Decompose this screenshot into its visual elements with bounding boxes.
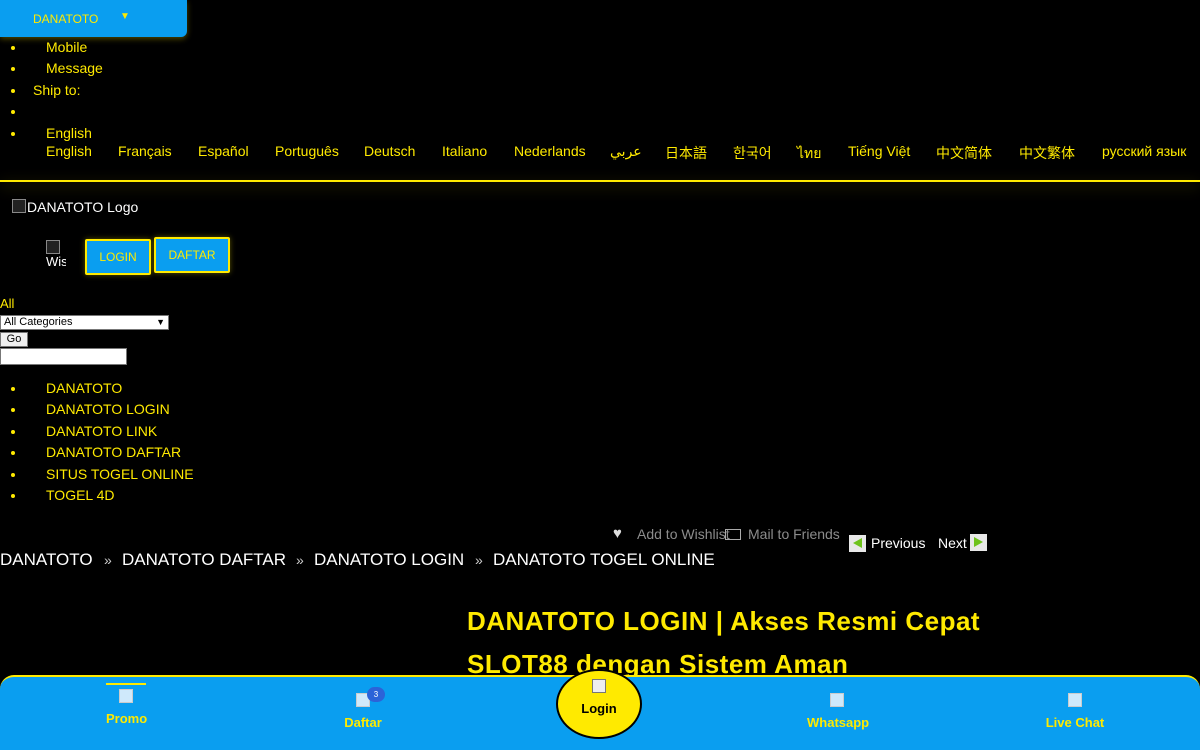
add-to-wishlist-link[interactable]: Add to Wishlist: [637, 526, 730, 542]
mail-icon[interactable]: [725, 529, 741, 540]
dropdown-label: DANATOTO: [33, 12, 99, 26]
lang-arabic[interactable]: عربي: [610, 143, 642, 160]
category-item[interactable]: DANATOTO DAFTAR: [26, 442, 326, 463]
breadcrumb-separator: »: [296, 552, 304, 568]
chat-icon: [1068, 693, 1082, 707]
lang-french[interactable]: Français: [118, 143, 172, 159]
breadcrumb-item[interactable]: DANATOTO: [0, 550, 93, 570]
lang-english[interactable]: English: [46, 143, 92, 159]
lang-vietnamese[interactable]: Tiếng Việt: [848, 143, 910, 159]
previous-link[interactable]: Previous: [849, 534, 925, 552]
nav-login-button[interactable]: Login: [556, 669, 642, 739]
heart-icon[interactable]: ♥: [613, 525, 622, 542]
search-input[interactable]: [0, 348, 127, 365]
lang-chinese-traditional[interactable]: 中文繁体: [1019, 143, 1075, 163]
nav-promo[interactable]: Promo: [106, 677, 147, 726]
login-button[interactable]: LOGIN: [85, 239, 151, 275]
wishlist-image[interactable]: Wis: [46, 240, 66, 270]
top-link-mobile[interactable]: Mobile: [26, 37, 326, 58]
promo-icon: [119, 689, 133, 703]
chevron-down-icon: ▼: [156, 317, 165, 327]
nav-live-chat[interactable]: Live Chat: [1045, 693, 1105, 730]
top-link-language[interactable]: English: [26, 123, 326, 144]
chevron-down-icon: ▼: [120, 11, 130, 22]
broken-image-icon: [12, 199, 26, 213]
lang-russian[interactable]: русский язык: [1102, 143, 1186, 159]
search-category-label: All: [0, 296, 15, 311]
category-item[interactable]: TOGEL 4D: [26, 485, 326, 506]
nav-whatsapp[interactable]: Whatsapp: [807, 693, 869, 730]
go-button[interactable]: Go: [0, 332, 28, 347]
mail-to-friends-link[interactable]: Mail to Friends: [748, 526, 840, 542]
breadcrumb-item[interactable]: DANATOTO TOGEL ONLINE: [493, 550, 715, 570]
arrow-left-icon: [849, 534, 866, 552]
arrow-right-icon: [970, 534, 987, 551]
breadcrumb-item[interactable]: DANATOTO DAFTAR: [122, 550, 286, 570]
lang-dutch[interactable]: Nederlands: [514, 143, 586, 159]
language-dropdown-tab[interactable]: DANATOTO ▼: [0, 0, 187, 37]
lang-portuguese[interactable]: Português: [275, 143, 339, 159]
language-list: English Français Español Português Deuts…: [0, 143, 1200, 161]
notification-badge: 3: [367, 687, 385, 702]
page-title: DANATOTO LOGIN | Akses Resmi Cepat SLOT8…: [467, 606, 981, 679]
site-logo[interactable]: DANATOTO Logo: [12, 199, 138, 215]
category-item[interactable]: SITUS TOGEL ONLINE: [26, 464, 326, 485]
lang-korean[interactable]: 한국어: [733, 143, 772, 163]
breadcrumb-separator: »: [104, 552, 112, 568]
header-divider: [0, 180, 1200, 182]
category-item[interactable]: DANATOTO LOGIN: [26, 399, 326, 420]
login-icon: [592, 679, 606, 693]
lang-spanish[interactable]: Español: [198, 143, 249, 159]
lang-thai[interactable]: ไทย: [797, 143, 821, 165]
whatsapp-icon: [830, 693, 844, 707]
breadcrumb-item[interactable]: DANATOTO LOGIN: [314, 550, 464, 570]
nav-daftar[interactable]: 3 Daftar: [343, 687, 385, 730]
lang-german[interactable]: Deutsch: [364, 143, 415, 159]
category-list: DANATOTO DANATOTO LOGIN DANATOTO LINK DA…: [26, 378, 326, 506]
top-link-ship-to[interactable]: Ship to:: [26, 80, 326, 101]
lang-italian[interactable]: Italiano: [442, 143, 487, 159]
top-links-list: Mobile Message Ship to: English: [26, 37, 326, 144]
category-item[interactable]: DANATOTO: [26, 378, 326, 399]
category-select[interactable]: All Categories ▼: [0, 315, 169, 330]
lang-chinese-simplified[interactable]: 中文简体: [936, 143, 992, 163]
active-indicator: [106, 683, 146, 685]
breadcrumb-separator: »: [475, 552, 483, 568]
category-item[interactable]: DANATOTO LINK: [26, 421, 326, 442]
top-link-empty: [26, 101, 326, 122]
top-link-message[interactable]: Message: [26, 58, 326, 79]
broken-image-icon: [46, 240, 60, 254]
lang-japanese[interactable]: 日本語: [665, 143, 707, 163]
daftar-button[interactable]: DAFTAR: [154, 237, 230, 273]
